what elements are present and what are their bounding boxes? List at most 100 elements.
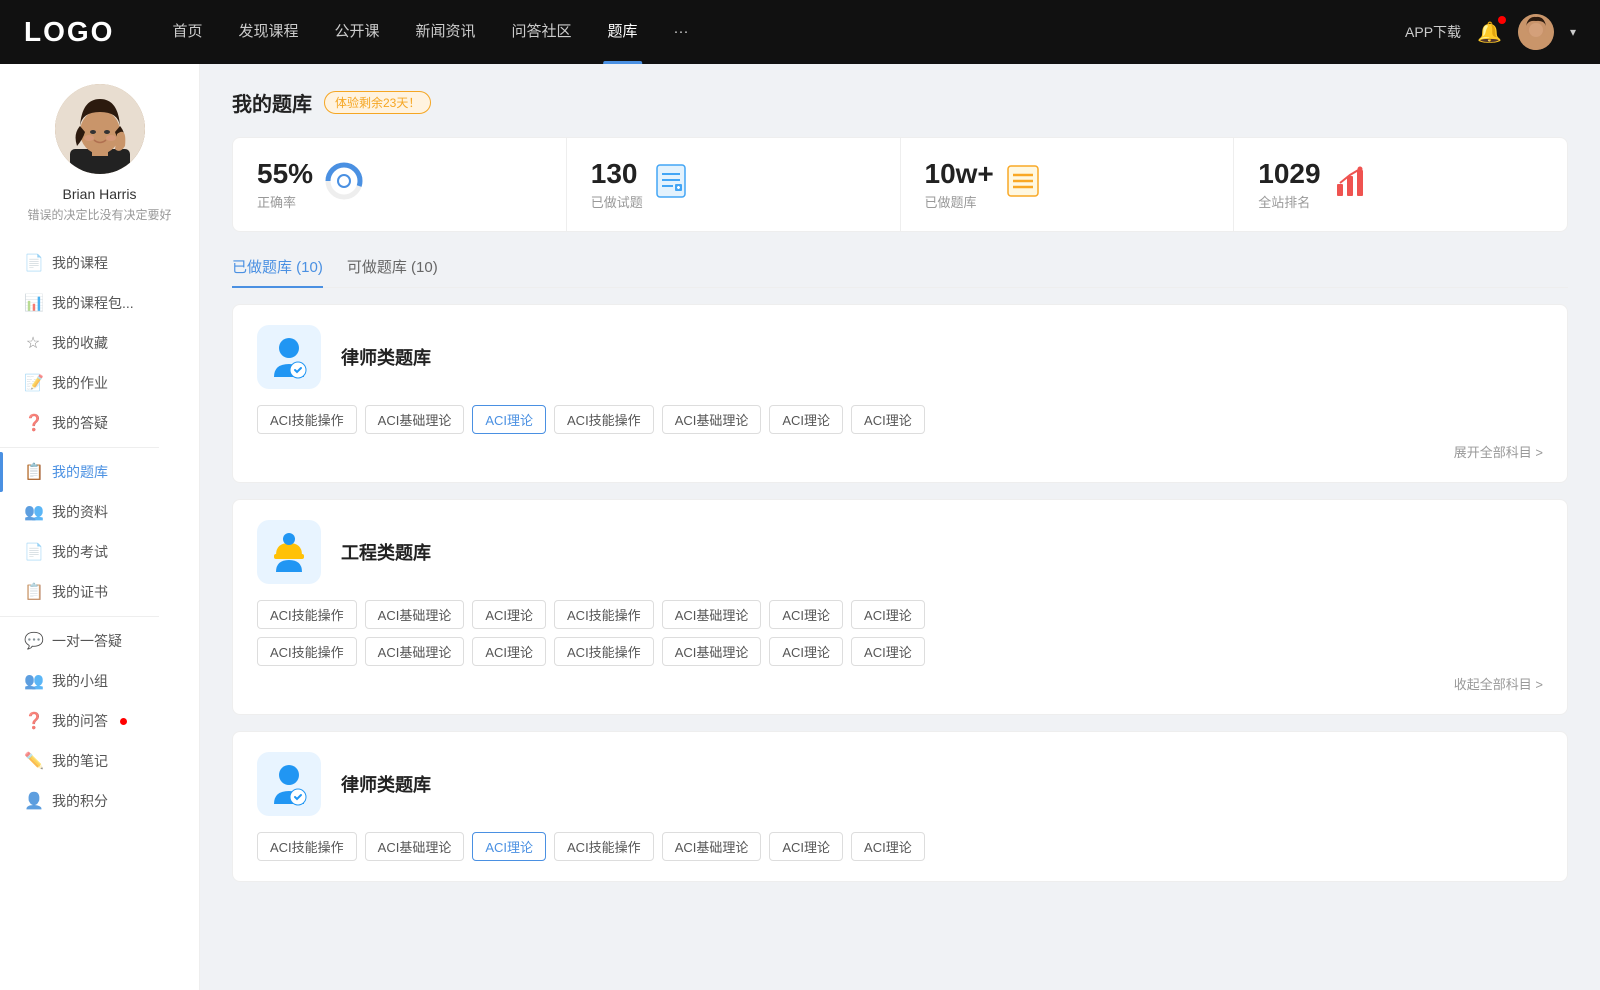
nav-home[interactable]: 首页 (154, 0, 220, 64)
sidebar-item-homework[interactable]: 📝 我的作业 (0, 363, 199, 403)
exams-icon: 📄 (24, 542, 42, 562)
tag-eng-5[interactable]: ACI理论 (769, 600, 843, 629)
sidebar-item-qa[interactable]: ❓ 我的答疑 (0, 403, 199, 443)
sidebar-item-groups[interactable]: 👥 我的小组 (0, 661, 199, 701)
tag-lawyer1-1[interactable]: ACI基础理论 (365, 405, 465, 434)
nav-more[interactable]: ··· (656, 0, 707, 64)
engineer-bank-icon (257, 520, 321, 584)
stat-done-banks-value: 10w+ (925, 158, 994, 190)
profile-name: Brian Harris (63, 186, 137, 202)
tag-lawyer1-3[interactable]: ACI技能操作 (554, 405, 654, 434)
tag-eng2-3[interactable]: ACI技能操作 (554, 637, 654, 666)
sidebar-item-notes[interactable]: ✏️ 我的笔记 (0, 741, 199, 781)
nav-open-course[interactable]: 公开课 (316, 0, 397, 64)
homework-icon: 📝 (24, 373, 42, 393)
stat-site-rank-value: 1029 (1258, 158, 1320, 190)
sidebar-item-points[interactable]: 👤 我的积分 (0, 781, 199, 821)
sidebar-item-materials[interactable]: 👥 我的资料 (0, 492, 199, 532)
nav-discover[interactable]: 发现课程 (220, 0, 316, 64)
tag-eng2-2[interactable]: ACI理论 (472, 637, 546, 666)
expand-button-1[interactable]: 展开全部科目 > (1454, 445, 1543, 460)
stat-done-questions-info: 130 已做试题 (591, 158, 643, 211)
bank-card-header-3: 律师类题库 (257, 752, 1543, 816)
nav-qa[interactable]: 问答社区 (494, 0, 590, 64)
main-layout: Brian Harris 错误的决定比没有决定要好 📄 我的课程 📊 我的课程包… (0, 64, 1600, 990)
tag-eng-3[interactable]: ACI技能操作 (554, 600, 654, 629)
divider-1 (0, 447, 159, 448)
tag-lawyer2-0[interactable]: ACI技能操作 (257, 832, 357, 861)
tag-eng2-4[interactable]: ACI基础理论 (662, 637, 762, 666)
bank-card-header-2: 工程类题库 (257, 520, 1543, 584)
tag-eng2-6[interactable]: ACI理论 (851, 637, 925, 666)
tutoring-icon: 💬 (24, 631, 42, 651)
tag-lawyer2-4[interactable]: ACI基础理论 (662, 832, 762, 861)
sidebar-item-my-qa[interactable]: ❓ 我的问答 (0, 701, 199, 741)
sidebar-item-certificates[interactable]: 📋 我的证书 (0, 572, 199, 612)
tab-done-banks[interactable]: 已做题库 (10) (232, 256, 323, 287)
tag-lawyer2-2[interactable]: ACI理论 (472, 832, 546, 861)
sidebar: Brian Harris 错误的决定比没有决定要好 📄 我的课程 📊 我的课程包… (0, 64, 200, 990)
stat-site-rank-info: 1029 全站排名 (1258, 158, 1320, 211)
notification-bell[interactable]: 🔔 (1477, 20, 1502, 45)
tag-eng2-5[interactable]: ACI理论 (769, 637, 843, 666)
nav-menu: 首页 发现课程 公开课 新闻资讯 问答社区 题库 ··· (154, 0, 1405, 64)
tag-eng-6[interactable]: ACI理论 (851, 600, 925, 629)
tag-lawyer1-0[interactable]: ACI技能操作 (257, 405, 357, 434)
bank-title-engineer: 工程类题库 (341, 539, 431, 565)
navbar-right: APP下载 🔔 ▾ (1405, 14, 1576, 50)
chevron-down-icon[interactable]: ▾ (1570, 25, 1576, 39)
notes-icon: ✏️ (24, 751, 42, 771)
sidebar-item-course-packages[interactable]: 📊 我的课程包... (0, 283, 199, 323)
nav-news[interactable]: 新闻资讯 (398, 0, 494, 64)
avatar[interactable] (1518, 14, 1554, 50)
stat-accuracy-info: 55% 正确率 (257, 158, 313, 211)
packages-icon: 📊 (24, 293, 42, 313)
groups-icon: 👥 (24, 671, 42, 691)
sidebar-item-question-bank[interactable]: 📋 我的题库 (0, 452, 199, 492)
stat-site-rank-label: 全站排名 (1258, 192, 1320, 211)
sidebar-item-tutoring[interactable]: 💬 一对一答疑 (0, 621, 199, 661)
navbar: LOGO 首页 发现课程 公开课 新闻资讯 问答社区 题库 ··· APP下载 … (0, 0, 1600, 64)
tags-row-engineer-2: ACI技能操作 ACI基础理论 ACI理论 ACI技能操作 ACI基础理论 AC… (257, 637, 1543, 666)
stat-done-banks-label: 已做题库 (925, 192, 994, 211)
tab-available-banks[interactable]: 可做题库 (10) (347, 256, 438, 287)
stat-site-rank: 1029 全站排名 (1234, 138, 1567, 231)
trial-badge: 体验剩余23天！ (324, 91, 431, 114)
bank-footer-2: 收起全部科目 > (257, 674, 1543, 694)
tag-eng-1[interactable]: ACI基础理论 (365, 600, 465, 629)
main-content: 我的题库 体验剩余23天！ 55% 正确率 (200, 64, 1600, 990)
profile-motto: 错误的决定比没有决定要好 (19, 206, 179, 223)
points-icon: 👤 (24, 791, 42, 811)
avatar-image-large (55, 84, 145, 174)
page-header: 我的题库 体验剩余23天！ (232, 88, 1568, 117)
bank-card-lawyer-2: 律师类题库 ACI技能操作 ACI基础理论 ACI理论 ACI技能操作 ACI基… (232, 731, 1568, 882)
questions-doc-icon (655, 163, 687, 206)
stat-done-questions-label: 已做试题 (591, 192, 643, 211)
tag-eng2-1[interactable]: ACI基础理论 (365, 637, 465, 666)
question-bank-icon: 📋 (24, 462, 42, 482)
sidebar-item-favorites[interactable]: ☆ 我的收藏 (0, 323, 199, 363)
logo[interactable]: LOGO (24, 16, 114, 48)
my-qa-icon: ❓ (24, 711, 42, 731)
tag-lawyer2-1[interactable]: ACI基础理论 (365, 832, 465, 861)
certificates-icon: 📋 (24, 582, 42, 602)
banks-list-icon (1006, 164, 1040, 205)
tag-eng2-0[interactable]: ACI技能操作 (257, 637, 357, 666)
lawyer-bank-icon-1 (257, 325, 321, 389)
tag-lawyer2-3[interactable]: ACI技能操作 (554, 832, 654, 861)
stat-done-banks: 10w+ 已做题库 (901, 138, 1235, 231)
sidebar-item-courses[interactable]: 📄 我的课程 (0, 243, 199, 283)
tag-eng-4[interactable]: ACI基础理论 (662, 600, 762, 629)
tag-lawyer1-6[interactable]: ACI理论 (851, 405, 925, 434)
tag-eng-2[interactable]: ACI理论 (472, 600, 546, 629)
tag-lawyer1-2[interactable]: ACI理论 (472, 405, 546, 434)
tag-lawyer1-4[interactable]: ACI基础理论 (662, 405, 762, 434)
app-download-button[interactable]: APP下载 (1405, 22, 1461, 42)
tag-eng-0[interactable]: ACI技能操作 (257, 600, 357, 629)
collapse-button-engineer[interactable]: 收起全部科目 > (1454, 677, 1543, 692)
nav-question-bank[interactable]: 题库 (590, 0, 656, 64)
tag-lawyer2-6[interactable]: ACI理论 (851, 832, 925, 861)
tag-lawyer2-5[interactable]: ACI理论 (769, 832, 843, 861)
tag-lawyer1-5[interactable]: ACI理论 (769, 405, 843, 434)
sidebar-item-exams[interactable]: 📄 我的考试 (0, 532, 199, 572)
